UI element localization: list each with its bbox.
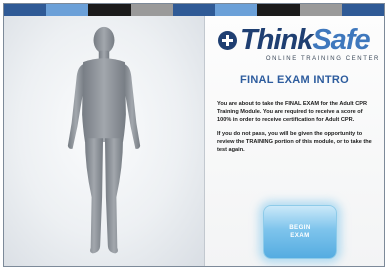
illustration-panel bbox=[4, 16, 205, 266]
stripe-segment bbox=[215, 4, 258, 16]
stripe-segment bbox=[341, 4, 384, 16]
begin-exam-button[interactable]: BEGIN EXAM bbox=[263, 205, 337, 259]
intro-text: You are about to take the FINAL EXAM for… bbox=[217, 100, 376, 160]
content-panel: Think Safe ONLINE TRAINING CENTER FINAL … bbox=[205, 16, 384, 266]
stripe-segment bbox=[4, 4, 47, 16]
plus-circle-icon bbox=[218, 30, 237, 50]
logo-tagline: ONLINE TRAINING CENTER bbox=[265, 56, 380, 62]
human-body-figure bbox=[67, 26, 141, 254]
intro-paragraph-2: If you do not pass, you will be given th… bbox=[217, 131, 372, 153]
begin-exam-label: BEGIN EXAM bbox=[289, 224, 311, 239]
thinksafe-logo: Think Safe ONLINE TRAINING CENTER bbox=[218, 25, 384, 69]
logo-think-text: Think bbox=[240, 24, 313, 56]
stripe-segment bbox=[88, 4, 131, 16]
stripe-segment bbox=[172, 4, 216, 16]
course-window: Think Safe ONLINE TRAINING CENTER FINAL … bbox=[3, 3, 385, 267]
stripe-segment bbox=[46, 4, 89, 16]
page-title: FINAL EXAM INTRO bbox=[239, 74, 350, 86]
stripe-segment bbox=[257, 4, 300, 16]
intro-paragraph-1: You are about to take the FINAL EXAM for… bbox=[217, 101, 368, 123]
stripe-segment bbox=[130, 4, 173, 16]
stripe-segment bbox=[299, 4, 342, 16]
logo-safe-text: Safe bbox=[312, 24, 370, 56]
header-stripe bbox=[4, 4, 384, 16]
